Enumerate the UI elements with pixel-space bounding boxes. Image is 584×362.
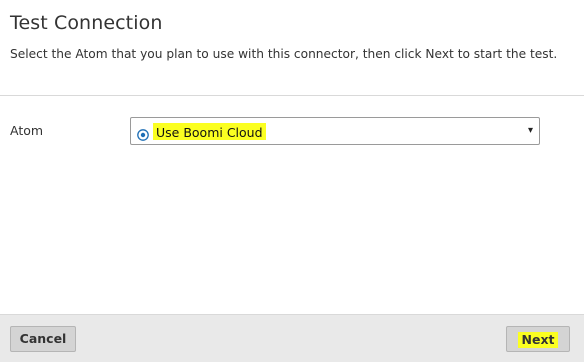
dialog-instructions: Select the Atom that you plan to use wit…	[10, 47, 558, 61]
selected-atom-highlight: Use Boomi Cloud	[153, 123, 266, 140]
cloud-atom-icon	[137, 126, 149, 141]
test-connection-dialog: Test Connection Select the Atom that you…	[0, 0, 584, 362]
dialog-title: Test Connection	[10, 12, 163, 34]
atom-label: Atom	[10, 123, 44, 138]
selected-atom-value: Use Boomi Cloud	[156, 125, 263, 140]
chevron-down-icon[interactable]: ▾	[528, 124, 533, 138]
next-button-label: Next	[517, 331, 559, 348]
cancel-button[interactable]: Cancel	[10, 326, 76, 352]
dialog-footer: Cancel Next	[0, 314, 584, 362]
next-button[interactable]: Next	[506, 326, 570, 352]
dialog-header: Test Connection Select the Atom that you…	[0, 0, 584, 96]
atom-select[interactable]: Use Boomi Cloud ▾	[130, 117, 540, 145]
